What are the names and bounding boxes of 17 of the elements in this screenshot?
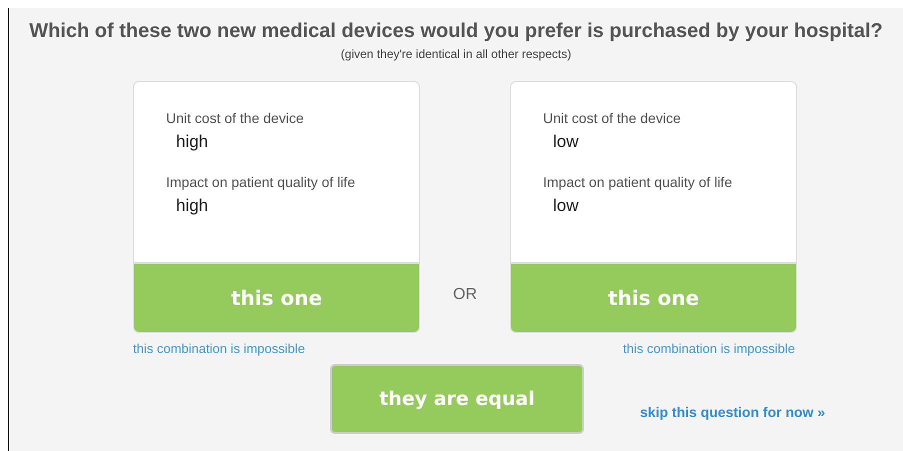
or-separator: OR (452, 286, 478, 304)
skip-link[interactable]: skip this question for now » (640, 404, 826, 420)
attribute-value: high (176, 196, 210, 216)
question-heading: Which of these two new medical devices would you prefer is purchased by your hospital? (28, 19, 884, 43)
attribute-label: Unit cost of the device (166, 110, 305, 126)
question-subtitle: (given they're identical in all other respects) (340, 47, 572, 61)
attribute-value: low (553, 196, 580, 216)
attribute-label: Impact on patient quality of life (166, 174, 356, 190)
choose-button[interactable]: this one (511, 262, 796, 332)
attribute-value: high (176, 132, 210, 152)
attribute-value: low (553, 132, 580, 152)
attribute-label: Unit cost of the device (543, 110, 682, 126)
attribute-label: Impact on patient quality of life (543, 174, 734, 190)
impossible-link[interactable]: this combination is impossible (133, 341, 305, 356)
impossible-link[interactable]: this combination is impossible (623, 341, 795, 356)
equal-button[interactable]: they are equal (330, 364, 584, 434)
choose-button[interactable]: this one (134, 262, 419, 332)
